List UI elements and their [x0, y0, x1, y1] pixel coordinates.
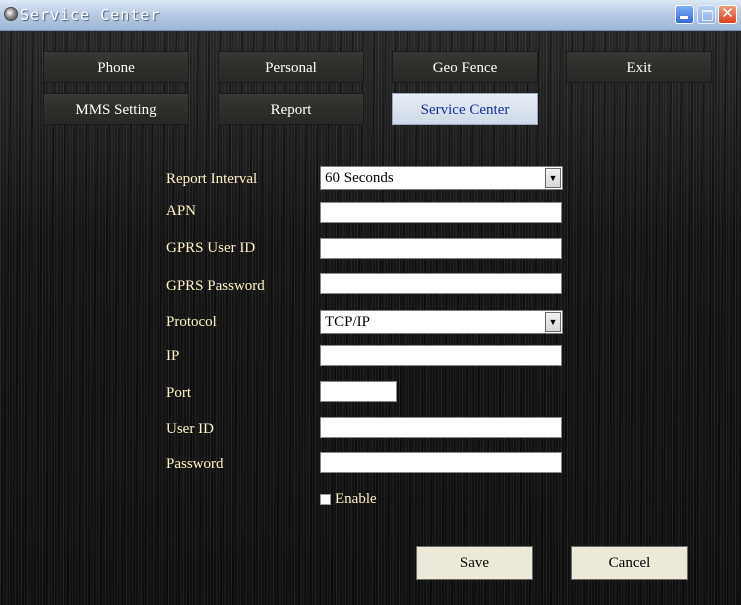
tab-service-center[interactable]: Service Center — [392, 93, 538, 125]
service-center-window: Service Center ✕ Phone Personal Geo Fenc… — [0, 0, 741, 605]
ip-label: IP — [166, 348, 180, 364]
gprs-password-label: GPRS Password — [166, 278, 265, 294]
app-icon — [4, 7, 18, 21]
window-title: Service Center — [20, 6, 161, 24]
apn-field[interactable] — [320, 202, 562, 223]
port-field[interactable] — [320, 381, 397, 402]
cancel-button[interactable]: Cancel — [571, 546, 688, 580]
user-id-label: User ID — [166, 421, 214, 437]
maximize-button[interactable] — [697, 5, 716, 24]
tab-phone[interactable]: Phone — [43, 51, 189, 83]
tab-geo-fence[interactable]: Geo Fence — [392, 51, 538, 83]
title-bar[interactable]: Service Center ✕ — [0, 0, 741, 31]
tab-mms-setting[interactable]: MMS Setting — [43, 93, 189, 125]
tab-exit[interactable]: Exit — [566, 51, 712, 83]
protocol-value: TCP/IP — [325, 314, 371, 330]
minimize-icon — [680, 16, 688, 19]
close-icon: ✕ — [721, 4, 734, 22]
report-interval-label: Report Interval — [166, 171, 258, 187]
protocol-select[interactable]: TCP/IP ▼ — [320, 310, 563, 334]
apn-label: APN — [166, 203, 197, 219]
gprs-user-id-field[interactable] — [320, 238, 562, 259]
chevron-down-icon[interactable]: ▼ — [545, 168, 561, 188]
report-interval-select[interactable]: 60 Seconds ▼ — [320, 166, 563, 190]
password-label: Password — [166, 456, 224, 472]
port-label: Port — [166, 385, 192, 401]
enable-label: Enable — [335, 491, 377, 507]
user-id-field[interactable] — [320, 417, 562, 438]
enable-checkbox[interactable] — [320, 494, 331, 505]
tab-report[interactable]: Report — [218, 93, 364, 125]
protocol-label: Protocol — [166, 314, 217, 330]
gprs-user-id-label: GPRS User ID — [166, 240, 256, 256]
tab-personal[interactable]: Personal — [218, 51, 364, 83]
report-interval-value: 60 Seconds — [325, 170, 394, 186]
close-button[interactable]: ✕ — [718, 4, 737, 24]
save-button[interactable]: Save — [416, 546, 533, 580]
ip-field[interactable] — [320, 345, 562, 366]
gprs-password-field[interactable] — [320, 273, 562, 294]
maximize-icon — [702, 10, 713, 21]
password-field[interactable] — [320, 452, 562, 473]
chevron-down-icon[interactable]: ▼ — [545, 312, 561, 332]
minimize-button[interactable] — [675, 5, 694, 24]
